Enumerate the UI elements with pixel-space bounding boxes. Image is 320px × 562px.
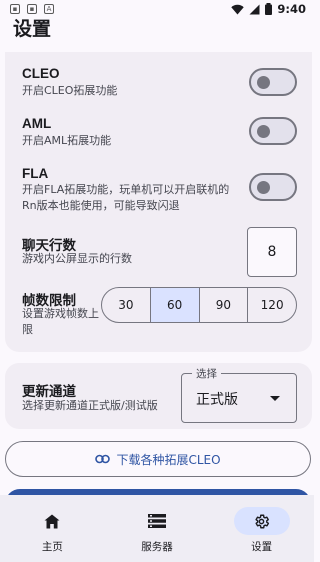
battery-icon	[265, 3, 273, 15]
fps-limit-desc: 设置游戏帧数上限	[22, 307, 99, 336]
dropdown-arrow-icon	[270, 396, 280, 401]
fps-option-120[interactable]: 120	[248, 288, 296, 322]
nav-item-home[interactable]: 主页	[0, 495, 105, 562]
fps-option-60[interactable]: 60	[150, 288, 200, 322]
cleo-desc: 开启CLEO拓展功能	[22, 84, 118, 97]
chat-lines-input[interactable]: 8	[247, 227, 297, 277]
wifi-icon	[231, 4, 245, 14]
switch-knob	[257, 181, 270, 194]
signal-icon	[249, 4, 260, 14]
aml-title: AML	[22, 116, 52, 131]
home-icon	[44, 514, 60, 528]
fps-segmented-control: 30 60 90 120	[101, 287, 297, 323]
chat-lines-desc: 游戏内公屏显示的行数	[22, 252, 132, 265]
switch-knob	[257, 76, 270, 89]
switch-knob	[257, 125, 270, 138]
fps-option-90[interactable]: 90	[200, 288, 249, 322]
fla-title: FLA	[22, 166, 49, 181]
page-title: 设置	[13, 18, 52, 40]
download-cleo-label: 下载各种拓展CLEO	[116, 452, 221, 467]
settings-gear-icon	[255, 514, 270, 528]
server-icon	[148, 514, 166, 528]
status-time: 9:40	[277, 2, 306, 16]
bottom-navigation: 主页 服务器 设置	[0, 495, 314, 562]
notification-a-icon: A	[44, 4, 54, 14]
nav-label-settings: 设置	[251, 541, 273, 553]
update-channel-select[interactable]: 选择 正式版	[181, 366, 297, 423]
select-label: 选择	[192, 366, 221, 381]
notification-icon: ▪	[10, 4, 20, 14]
cleo-title: CLEO	[22, 66, 60, 81]
fps-option-30[interactable]: 30	[102, 288, 151, 322]
cleo-switch[interactable]	[249, 68, 297, 96]
nav-item-settings[interactable]: 设置	[209, 495, 314, 562]
nav-label-server: 服务器	[141, 541, 173, 553]
status-notification-icons: ▪ ▪ A	[10, 4, 54, 14]
aml-switch[interactable]	[249, 117, 297, 145]
select-value: 正式版	[196, 392, 238, 408]
aml-desc: 开启AML拓展功能	[22, 134, 112, 147]
nav-item-server[interactable]: 服务器	[105, 495, 210, 562]
update-channel-title: 更新通道	[22, 384, 76, 399]
notification-icon: ▪	[27, 4, 37, 14]
link-icon	[95, 454, 111, 464]
download-cleo-button[interactable]: 下载各种拓展CLEO	[5, 441, 311, 477]
fla-switch[interactable]	[249, 173, 297, 201]
nav-label-home: 主页	[41, 541, 63, 553]
fla-desc: 开启FLA拓展功能，玩单机可以开启联机的Rn版本也能使用，可能导致闪退	[22, 183, 230, 212]
